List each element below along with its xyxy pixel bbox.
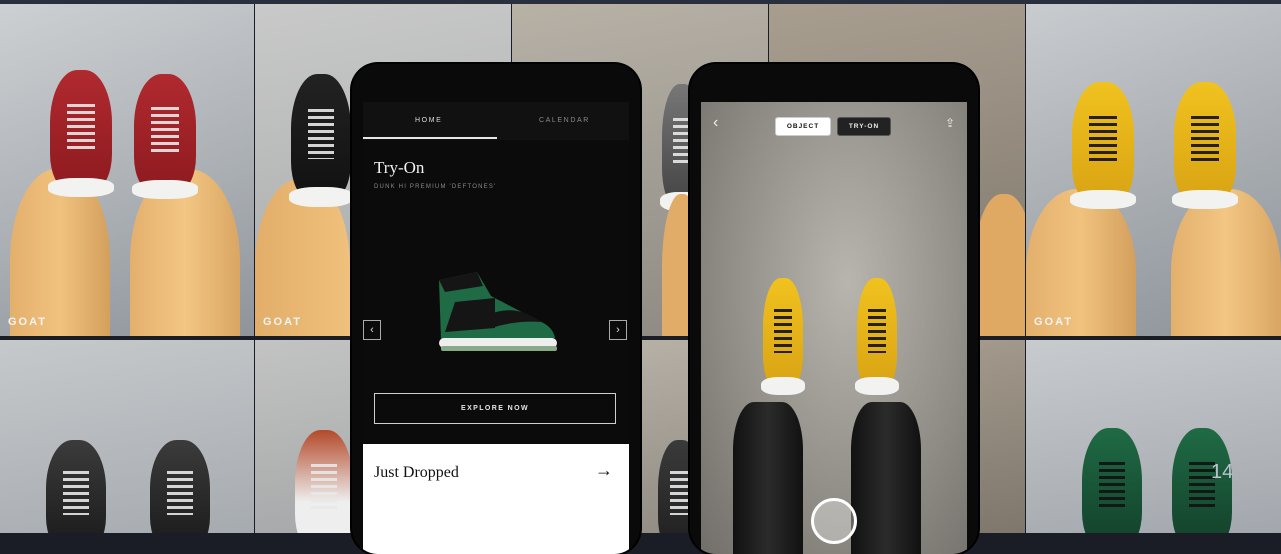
goat-watermark: GOAT [263,316,302,328]
sneaker-image [1069,82,1137,210]
sneaker-image [46,440,106,533]
photo-tile-green-shoes [1026,340,1281,533]
sneaker-image [150,440,210,533]
sneaker-image [47,70,115,198]
product-subtitle: DUNK HI PREMIUM 'DEFTONES' [374,184,497,190]
photo-tile-red-shoes: GOAT [0,4,254,336]
sneaker-image [288,74,354,207]
tab-bar: HOME CALENDAR [363,102,629,140]
page-number: 14 [1211,461,1234,483]
sneaker-image [1171,82,1239,210]
back-chevron-icon[interactable]: ‹ [713,114,718,132]
goat-watermark: GOAT [8,316,47,328]
just-dropped-section: Just Dropped → [363,444,629,554]
tryon-phone-mockup: ‹ OBJECT TRY-ON ⇪ [690,64,978,554]
tab-home[interactable]: HOME [415,117,442,124]
arrow-right-icon[interactable]: → [595,460,613,481]
next-product-button[interactable]: › [609,320,627,340]
home-screen: HOME CALENDAR Try-On DUNK HI PREMIUM 'DE… [363,102,629,554]
home-phone-mockup: HOME CALENDAR Try-On DUNK HI PREMIUM 'DE… [352,64,640,554]
sneaker-image [761,278,805,395]
chevron-left-icon: ‹ [370,324,374,336]
page-title: Try-On [374,158,425,177]
mode-object-button[interactable]: OBJECT [775,117,831,136]
sneaker-product-image [439,272,557,351]
chevron-right-icon: › [616,324,620,336]
ar-camera-view: ‹ OBJECT TRY-ON ⇪ [701,102,967,554]
prev-product-button[interactable]: ‹ [363,320,381,340]
active-tab-indicator [363,137,497,139]
shutter-button[interactable] [811,498,857,544]
share-icon[interactable]: ⇪ [945,116,955,130]
explore-now-button[interactable]: EXPLORE NOW [374,393,616,424]
tab-calendar[interactable]: CALENDAR [539,117,590,124]
goat-watermark: GOAT [1034,316,1073,328]
photo-tile-bottom-left [0,340,254,533]
sneaker-image [131,74,199,200]
sneaker-image [1082,428,1142,533]
sneaker-image [295,430,353,533]
sneaker-image [855,278,899,395]
just-dropped-label[interactable]: Just Dropped [374,464,459,482]
mode-tryon-button[interactable]: TRY-ON [837,117,891,136]
photo-tile-yellow-shoes: GOAT [1026,4,1281,336]
